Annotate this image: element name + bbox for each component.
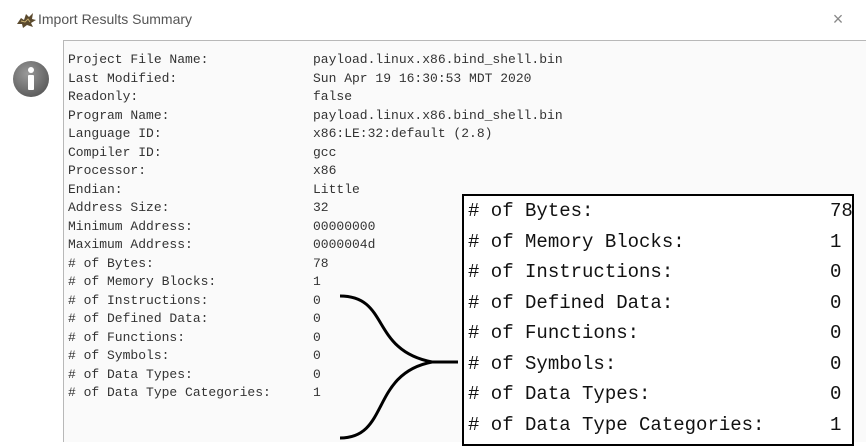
zoom-label: # of Memory Blocks: — [468, 230, 685, 253]
summary-label: # of Bytes: — [68, 255, 154, 271]
summary-value: gcc — [313, 144, 337, 160]
zoom-value: 1 — [830, 230, 842, 253]
summary-value: 00000000 — [313, 218, 376, 234]
zoom-value: 0 — [830, 383, 842, 405]
zoom-label: # of Data Types: — [468, 383, 651, 405]
summary-label: Language ID: — [68, 126, 162, 141]
zoom-label: # of Symbols: — [468, 352, 617, 375]
summary-label: # of Defined Data: — [68, 311, 209, 326]
summary-label: Maximum Address: — [68, 237, 193, 252]
summary-value: 32 — [313, 200, 329, 215]
zoom-label: # of Instructions: — [468, 261, 674, 283]
zoom-label: # of Bytes: — [468, 200, 594, 222]
summary-value: Sun Apr 19 16:30:53 MDT 2020 — [313, 70, 532, 86]
summary-label: Minimum Address: — [68, 218, 193, 234]
summary-row: Project File Name: payload.linux.x86.bind… — [68, 51, 563, 70]
summary-label: # of Memory Blocks: — [68, 274, 217, 289]
zoom-label: # of Data Type Categories: — [468, 413, 765, 436]
close-button[interactable]: × — [828, 8, 848, 30]
zoom-callout: # of Bytes: 78 # of Memory Blocks: 1 # of In… — [462, 194, 854, 446]
summary-value: false — [313, 89, 353, 104]
title-bar: Import Results Summary × — [0, 0, 866, 40]
summary-value: 1 — [313, 385, 321, 400]
summary-value: 0 — [313, 366, 321, 382]
zoom-row: # of Data Type Categories: 1 — [464, 410, 852, 441]
summary-value: Little — [313, 181, 360, 197]
summary-value: 0 — [313, 292, 321, 308]
summary-label: Compiler ID: — [68, 144, 162, 160]
zoom-row: # of Memory Blocks: 1 — [464, 227, 852, 258]
summary-row: Program Name: payload.linux.x86.bind_shel… — [68, 107, 563, 126]
info-icon — [13, 61, 49, 97]
summary-label: Project File Name: — [68, 52, 209, 67]
zoom-row: # of Instructions: 0 — [464, 257, 852, 288]
summary-value: 78 — [313, 255, 329, 271]
zoom-row: # of Defined Data: 0 — [464, 288, 852, 319]
dragon-icon — [17, 13, 36, 28]
zoom-row: # of Data Types: 0 — [464, 379, 852, 410]
summary-value: 0 — [313, 311, 321, 326]
zoom-value: 0 — [830, 322, 842, 344]
summary-label: # of Data Types: — [68, 366, 193, 382]
summary-value: 0000004d — [313, 237, 376, 252]
zoom-row: # of Functions: 0 — [464, 318, 852, 349]
zoom-value: 0 — [830, 352, 842, 375]
summary-label: # of Data Type Categories: — [68, 385, 271, 400]
summary-value: x86 — [313, 163, 337, 178]
summary-label: Endian: — [68, 181, 123, 197]
summary-row: Last Modified: Sun Apr 19 16:30:53 MDT 20… — [68, 70, 563, 89]
summary-row: Processor: x86 — [68, 162, 563, 181]
summary-label: Processor: — [68, 163, 147, 178]
zoom-value: 0 — [830, 291, 842, 314]
summary-row: Readonly: false — [68, 88, 563, 107]
summary-value: 1 — [313, 274, 321, 289]
summary-label: # of Functions: — [68, 329, 186, 345]
summary-value: payload.linux.x86.bind_shell.bin — [313, 52, 563, 67]
zoom-value: 1 — [830, 413, 842, 436]
summary-value: x86:LE:32:default (2.8) — [313, 126, 493, 141]
window-title: Import Results Summary — [38, 11, 193, 27]
summary-row: Compiler ID: gcc — [68, 144, 563, 163]
zoom-label: # of Functions: — [468, 322, 640, 344]
summary-value: 0 — [313, 329, 321, 345]
summary-row: Language ID: x86:LE:32:default (2.8) — [68, 125, 563, 144]
summary-label: # of Instructions: — [68, 292, 209, 308]
summary-label: Program Name: — [68, 107, 170, 123]
zoom-row: # of Bytes: 78 — [464, 196, 853, 227]
summary-label: Readonly: — [68, 89, 139, 104]
zoom-row: # of Symbols: 0 — [464, 349, 852, 380]
zoom-value: 78 — [830, 200, 853, 222]
zoom-value: 0 — [830, 261, 842, 283]
summary-label: # of Symbols: — [68, 348, 170, 363]
summary-label: Address Size: — [68, 200, 170, 215]
summary-value: 0 — [313, 348, 321, 363]
summary-label: Last Modified: — [68, 70, 178, 86]
summary-value: payload.linux.x86.bind_shell.bin — [313, 107, 563, 123]
zoom-label: # of Defined Data: — [468, 291, 674, 314]
